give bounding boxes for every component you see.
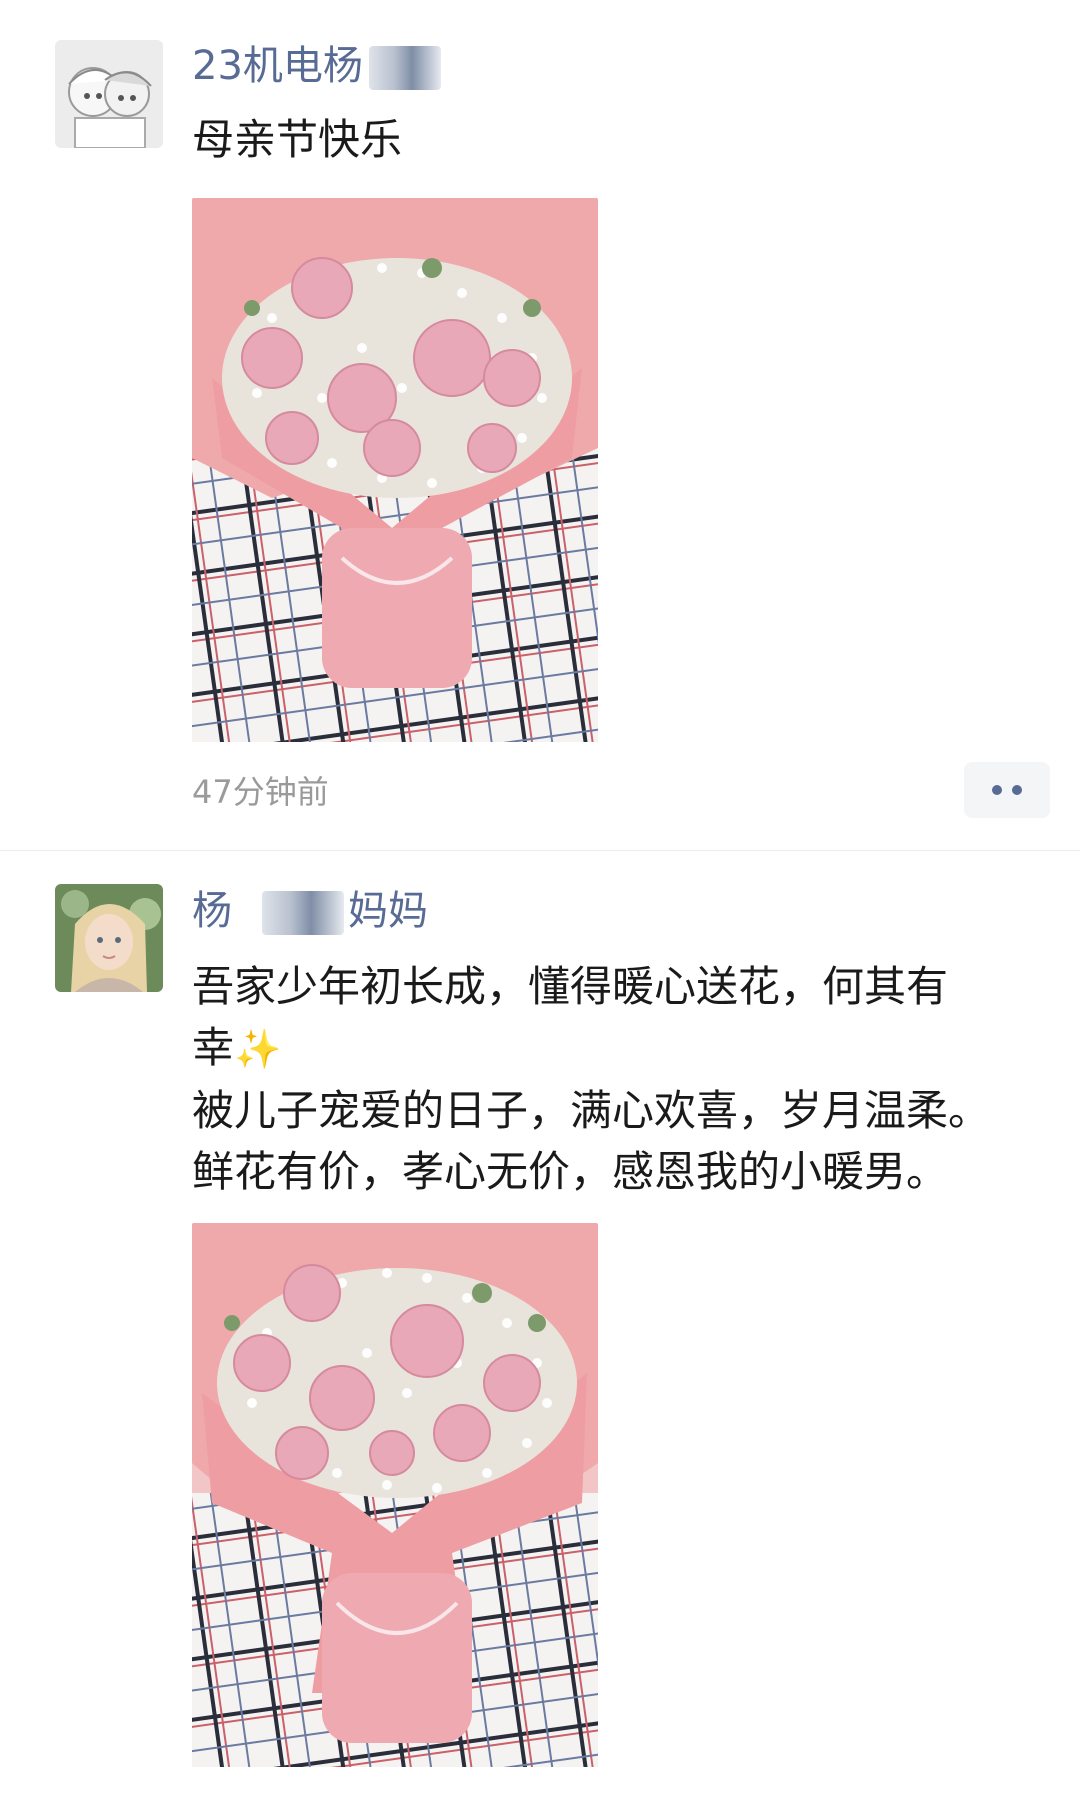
more-dot-icon	[1012, 785, 1022, 795]
post-text: 母亲节快乐	[192, 109, 1050, 170]
nickname-suffix: 妈妈	[348, 888, 428, 934]
post-text-line: 幸✨	[192, 1023, 282, 1072]
nickname-text: 23机电杨	[192, 43, 363, 89]
post-photo[interactable]	[192, 1223, 598, 1767]
nickname[interactable]: 杨 妈妈	[192, 883, 428, 939]
post-time: 47分钟前	[192, 773, 329, 811]
avatar[interactable]	[55, 40, 163, 148]
post-text-line: 吾家少年初长成，懂得暖心送花，何其有	[192, 962, 949, 1011]
nickname[interactable]: 23机电杨	[192, 38, 441, 94]
post-text-line: 鲜花有价，孝心无价，感恩我的小暖男。	[192, 1147, 949, 1196]
post-text: 吾家少年初长成，懂得暖心送花，何其有 幸✨ 被儿子宠爱的日子，满心欢喜，岁月温柔…	[192, 956, 1050, 1202]
redacted-name-blur	[368, 46, 441, 90]
sparkles-icon: ✨	[234, 1027, 282, 1071]
redacted-name-blur	[262, 891, 344, 935]
avatar[interactable]	[55, 884, 163, 992]
post-text-line: 被儿子宠爱的日子，满心欢喜，岁月温柔。	[192, 1086, 991, 1135]
post-text-line: 母亲节快乐	[192, 115, 403, 164]
more-dot-icon	[992, 785, 1002, 795]
post-photo[interactable]	[192, 198, 598, 742]
moment-post-1: 23机电杨 母亲节快乐 47分钟前	[0, 0, 1080, 850]
moment-post-2: 杨 妈妈 吾家少年初长成，懂得暖心送花，何其有 幸✨ 被儿子宠爱的日子，满心欢喜，…	[0, 851, 1080, 1799]
nickname-prefix: 杨	[192, 888, 232, 934]
more-actions-button[interactable]	[964, 762, 1050, 818]
